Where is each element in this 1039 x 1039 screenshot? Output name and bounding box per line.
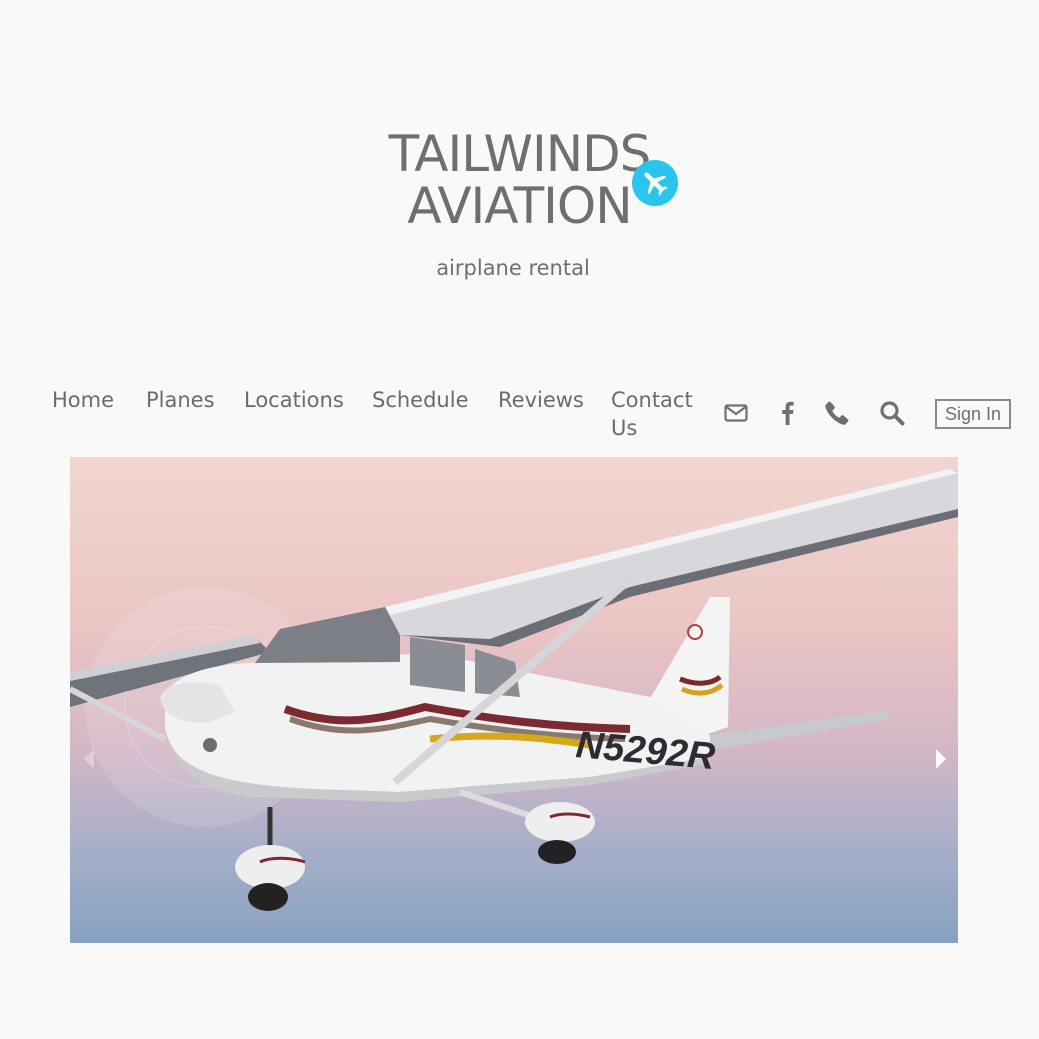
site-title-line1: TAILWINDS (388, 125, 652, 183)
airplane-icon (632, 160, 678, 206)
nav-home[interactable]: Home (52, 386, 114, 414)
chevron-left-icon[interactable] (80, 747, 100, 771)
facebook-icon[interactable] (780, 400, 794, 430)
chevron-right-icon[interactable] (930, 747, 950, 771)
site-title[interactable]: TAILWINDS AVIATION (388, 125, 652, 235)
nav-planes[interactable]: Planes (146, 386, 215, 414)
search-icon[interactable] (879, 400, 905, 430)
envelope-icon[interactable] (724, 400, 748, 430)
nav-schedule[interactable]: Schedule (372, 386, 469, 414)
airplane-photo: N5292R (70, 469, 958, 911)
phone-icon[interactable] (824, 400, 850, 430)
nav-reviews[interactable]: Reviews (498, 386, 584, 414)
nav-contact-us[interactable]: Contact Us (611, 386, 699, 442)
nav-locations[interactable]: Locations (244, 386, 344, 414)
site-tagline: airplane rental (436, 256, 590, 280)
hero-carousel: N5292R (70, 457, 958, 943)
sign-in-button[interactable]: Sign In (935, 399, 1011, 429)
site-header: TAILWINDS AVIATION (0, 128, 1039, 232)
site-title-line2: AVIATION (407, 177, 632, 235)
